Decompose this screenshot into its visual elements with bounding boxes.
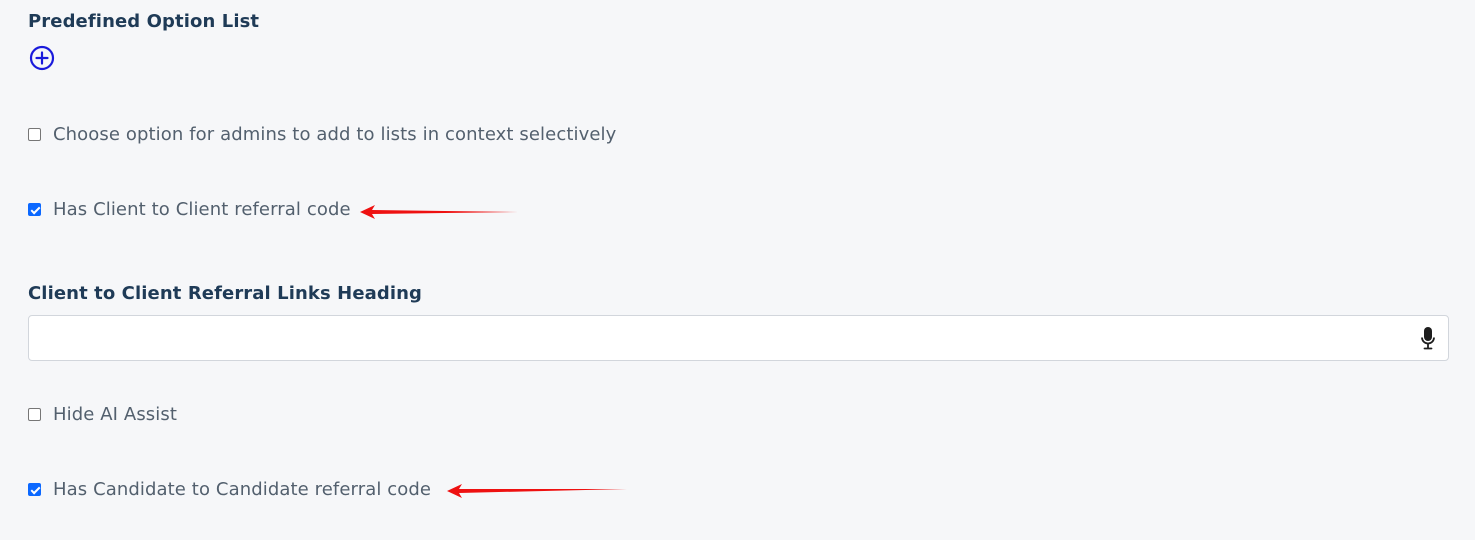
has-client-referral-code-option[interactable]: Has Client to Client referral code	[28, 199, 351, 220]
hide-ai-assist-checkbox[interactable]	[28, 408, 41, 421]
settings-page: Predefined Option List Choose option for…	[0, 0, 1475, 540]
plus-circle-icon	[29, 45, 55, 71]
choose-option-selectively-label: Choose option for admins to add to lists…	[53, 124, 617, 145]
has-client-referral-code-checkbox[interactable]	[28, 203, 41, 216]
has-candidate-referral-code-checkbox[interactable]	[28, 483, 41, 496]
predefined-option-list-heading: Predefined Option List	[28, 11, 260, 32]
has-candidate-referral-code-label: Has Candidate to Candidate referral code	[53, 479, 432, 500]
hide-ai-assist-label: Hide AI Assist	[53, 404, 178, 425]
choose-option-selectively-checkbox[interactable]	[28, 128, 41, 141]
microphone-icon[interactable]	[1421, 327, 1435, 351]
has-client-referral-code-label: Has Client to Client referral code	[53, 199, 351, 220]
client-referral-links-heading-label: Client to Client Referral Links Heading	[28, 283, 423, 304]
client-referral-links-heading-input[interactable]	[28, 315, 1449, 361]
annotation-arrow-left-icon	[447, 484, 627, 498]
choose-option-selectively-option[interactable]: Choose option for admins to add to lists…	[28, 124, 616, 145]
hide-ai-assist-option[interactable]: Hide AI Assist	[28, 404, 177, 425]
annotation-arrow-left-icon	[360, 205, 518, 219]
has-candidate-referral-code-option[interactable]: Has Candidate to Candidate referral code	[28, 479, 431, 500]
add-option-button[interactable]	[29, 45, 55, 71]
